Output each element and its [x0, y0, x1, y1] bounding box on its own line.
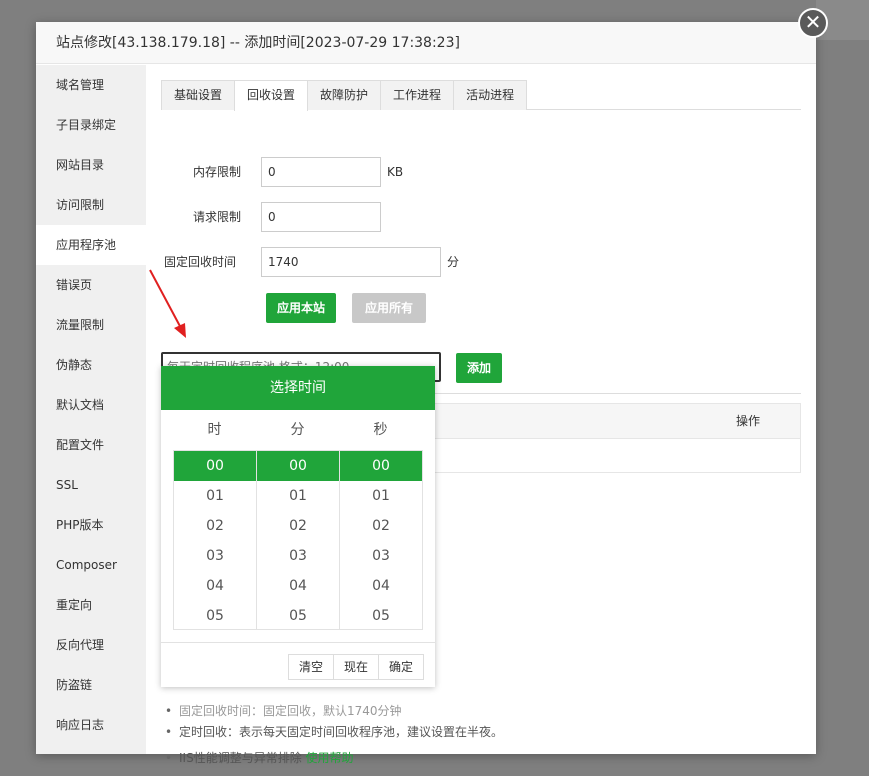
sidebar-item-redirect[interactable]: 重定向: [36, 585, 146, 625]
picker-clear-button[interactable]: 清空: [288, 654, 334, 680]
apply-site-button[interactable]: 应用本站: [266, 293, 336, 323]
memory-unit: KB: [387, 165, 404, 179]
memory-limit-input[interactable]: [261, 157, 381, 187]
help-link[interactable]: 使用帮助: [306, 751, 354, 765]
note-partial: 固定回收时间：固定回收，默认1740分钟: [161, 703, 801, 719]
picker-column-headers: 时 分 秒: [161, 410, 435, 450]
memory-limit-label: 内存限制: [192, 165, 241, 179]
picker-minute-cell[interactable]: 01: [257, 481, 339, 511]
picker-hour-cell[interactable]: 01: [174, 481, 256, 511]
picker-hour-cell[interactable]: 04: [174, 571, 256, 601]
notes-list: 固定回收时间：固定回收，默认1740分钟 定时回收：表示每天固定时间回收程序池，…: [161, 703, 801, 771]
red-arrow-icon: [149, 269, 186, 338]
picker-second-title: 秒: [373, 422, 388, 438]
picker-hour-list[interactable]: 00 01 02 03 04 05: [173, 450, 257, 630]
tab-worker[interactable]: 工作进程: [380, 80, 455, 110]
sidebar-item-traffic-limit[interactable]: 流量限制: [36, 305, 146, 345]
picker-minute-cell[interactable]: 02: [257, 511, 339, 541]
fixed-recycle-unit: 分: [447, 255, 460, 269]
sidebar-item-error-page[interactable]: 错误页: [36, 265, 146, 305]
apply-all-button[interactable]: 应用所有: [352, 293, 426, 323]
picker-second-cell[interactable]: 01: [340, 481, 422, 511]
sidebar-item-domain[interactable]: 域名管理: [36, 65, 146, 105]
picker-second-cell[interactable]: 03: [340, 541, 422, 571]
tab-basic[interactable]: 基础设置: [161, 80, 236, 110]
sidebar-item-php-version[interactable]: PHP版本: [36, 505, 146, 545]
tab-active[interactable]: 活动进程: [453, 80, 528, 110]
picker-title: 选择时间: [161, 366, 435, 410]
sidebar-item-access-limit[interactable]: 访问限制: [36, 185, 146, 225]
picker-second-cell[interactable]: 02: [340, 511, 422, 541]
picker-footer: 清空 现在 确定: [161, 642, 435, 687]
sidebar-item-composer[interactable]: Composer: [36, 545, 146, 585]
note-iis-text: IIS性能调整与异常排除: [179, 751, 302, 765]
picker-minute-title: 分: [290, 422, 305, 438]
request-limit-label: 请求限制: [192, 210, 241, 224]
sidebar-item-default-doc[interactable]: 默认文档: [36, 385, 146, 425]
sidebar-item-subdir[interactable]: 子目录绑定: [36, 105, 146, 145]
sidebar-item-config-file[interactable]: 配置文件: [36, 425, 146, 465]
col-operation: 操作: [735, 414, 760, 428]
sidebar-item-app-pool[interactable]: 应用程序池: [36, 225, 146, 265]
add-schedule-button[interactable]: 添加: [456, 353, 502, 383]
tab-recycle[interactable]: 回收设置: [234, 80, 309, 111]
sidebar-item-hotlink[interactable]: 防盗链: [36, 665, 146, 705]
picker-hour-cell[interactable]: 00: [174, 451, 256, 481]
fixed-recycle-input[interactable]: [261, 247, 441, 277]
sidebar-item-reverse-proxy[interactable]: 反向代理: [36, 625, 146, 665]
picker-minute-cell[interactable]: 03: [257, 541, 339, 571]
dialog-title: 站点修改[43.138.179.18] -- 添加时间[2023-07-29 1…: [36, 22, 816, 64]
tab-fault[interactable]: 故障防护: [307, 80, 382, 110]
picker-hour-cell[interactable]: 03: [174, 541, 256, 571]
picker-minute-cell[interactable]: 04: [257, 571, 339, 601]
picker-now-button[interactable]: 现在: [333, 654, 379, 680]
sidebar: 域名管理 子目录绑定 网站目录 访问限制 应用程序池 错误页 流量限制 伪静态 …: [36, 65, 146, 754]
sidebar-item-response-log[interactable]: 响应日志: [36, 705, 146, 745]
picker-second-cell[interactable]: 00: [340, 451, 422, 481]
picker-minute-cell[interactable]: 05: [257, 601, 339, 629]
picker-second-list[interactable]: 00 01 02 03 04 05: [339, 450, 423, 630]
picker-hour-cell[interactable]: 05: [174, 601, 256, 629]
sidebar-item-site-dir[interactable]: 网站目录: [36, 145, 146, 185]
note-iis-tuning: IIS性能调整与异常排除 使用帮助: [161, 745, 801, 771]
note-timed-recycle: 定时回收：表示每天固定时间回收程序池，建议设置在半夜。: [161, 719, 801, 745]
sidebar-item-ssl[interactable]: SSL: [36, 465, 146, 505]
picker-ok-button[interactable]: 确定: [378, 654, 424, 680]
sidebar-item-rewrite[interactable]: 伪静态: [36, 345, 146, 385]
time-picker: 选择时间 时 分 秒 00 01 02 03 04 05 00 01 02 03…: [161, 366, 435, 687]
picker-minute-list[interactable]: 00 01 02 03 04 05: [256, 450, 340, 630]
tab-bar: 基础设置 回收设置 故障防护 工作进程 活动进程: [161, 80, 801, 111]
picker-second-cell[interactable]: 04: [340, 571, 422, 601]
picker-minute-cell[interactable]: 00: [257, 451, 339, 481]
picker-hour-title: 时: [207, 422, 222, 438]
request-limit-input[interactable]: [261, 202, 381, 232]
close-icon[interactable]: ✕: [798, 8, 828, 38]
picker-second-cell[interactable]: 05: [340, 601, 422, 629]
picker-hour-cell[interactable]: 02: [174, 511, 256, 541]
